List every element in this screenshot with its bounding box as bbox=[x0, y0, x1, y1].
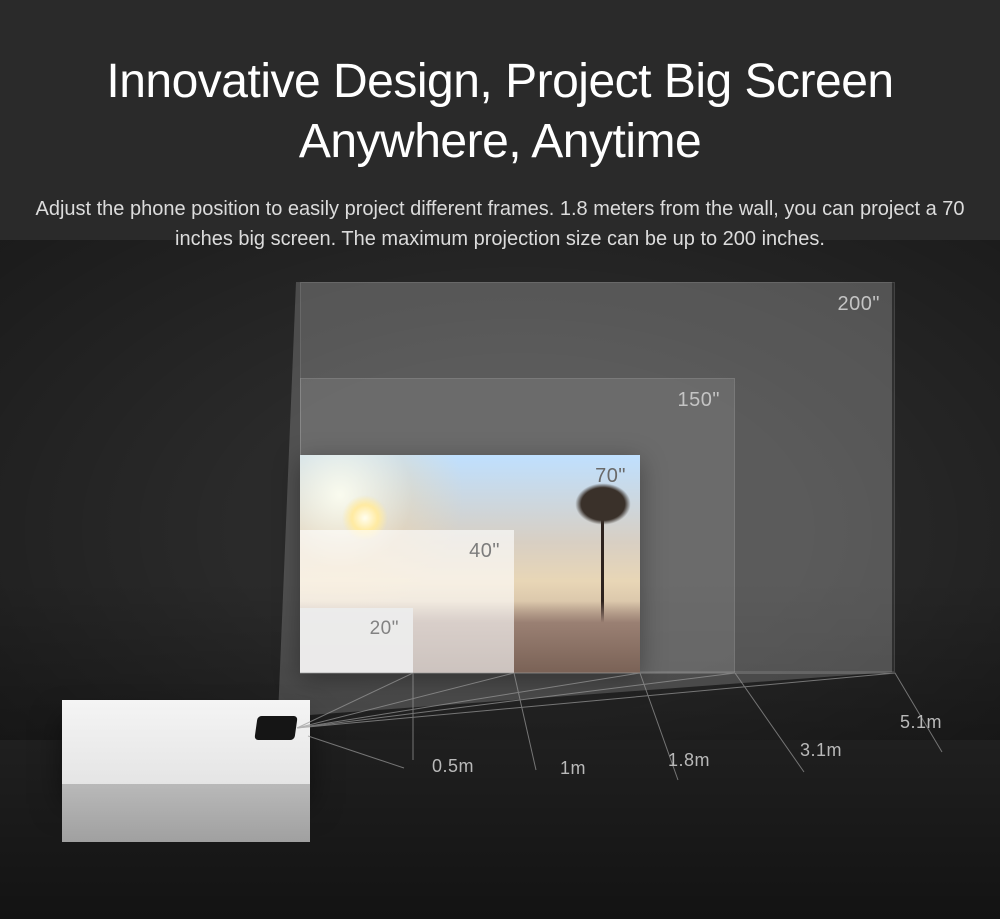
screen-40in: 40" bbox=[300, 530, 514, 673]
screen-70in: 70" bbox=[300, 455, 640, 673]
screen-150in: 150" bbox=[300, 378, 735, 673]
size-label-150: 150" bbox=[678, 389, 720, 412]
sun-flare bbox=[300, 455, 500, 625]
size-label-20: 20" bbox=[370, 618, 399, 640]
distance-label-1m: 1m bbox=[560, 758, 586, 779]
distance-label-0-5m: 0.5m bbox=[432, 756, 474, 777]
tree-silhouette bbox=[601, 501, 604, 663]
projector-phone bbox=[254, 716, 297, 740]
distance-label-3-1m: 3.1m bbox=[800, 740, 842, 761]
projector-base-front bbox=[62, 784, 310, 842]
distance-label-5-1m: 5.1m bbox=[900, 712, 942, 733]
ground bbox=[300, 601, 640, 673]
description: Adjust the phone position to easily proj… bbox=[0, 194, 1000, 254]
size-label-200: 200" bbox=[838, 293, 880, 316]
screen-20in: 20" bbox=[300, 608, 413, 673]
size-label-40: 40" bbox=[469, 540, 500, 563]
screen-200in: 200" bbox=[300, 282, 895, 672]
distance-label-1-8m: 1.8m bbox=[668, 750, 710, 771]
headline: Innovative Design, Project Big Screen An… bbox=[0, 0, 1000, 172]
projector-base-box bbox=[62, 700, 310, 784]
floor-shadow bbox=[0, 579, 1000, 919]
size-label-70: 70" bbox=[595, 465, 626, 488]
wall-shadow bbox=[0, 240, 1000, 740]
light-beam bbox=[278, 282, 898, 716]
sun-icon bbox=[342, 495, 388, 541]
